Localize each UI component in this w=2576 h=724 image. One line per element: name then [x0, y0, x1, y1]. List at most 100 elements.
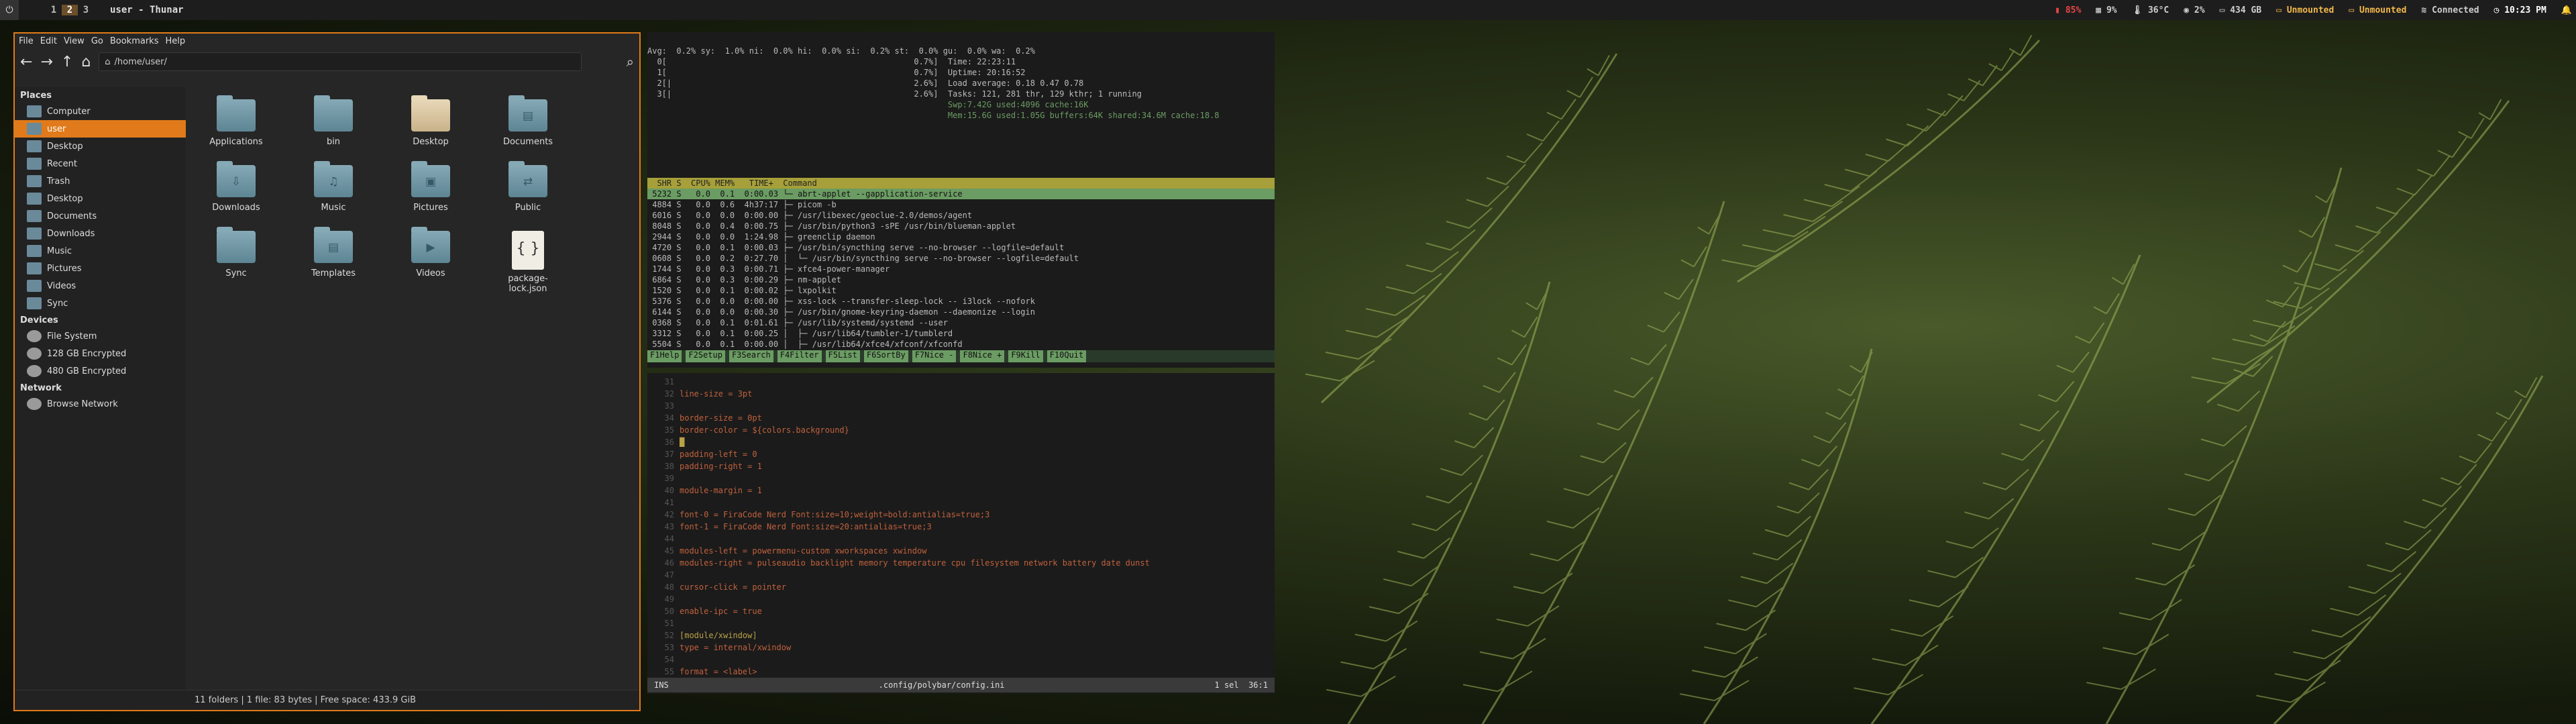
file-item[interactable]: ♫ Music [290, 161, 377, 213]
process-row[interactable]: 8048 S 0.0 0.4 0:00.75 ├─ /usr/bin/pytho… [647, 221, 1275, 231]
search-icon[interactable]: ⌕ [627, 54, 634, 70]
process-row[interactable]: 1744 S 0.0 0.3 0:00.71 ├─ xfce4-power-ma… [647, 264, 1275, 274]
fkey-button[interactable]: F10Quit [1046, 350, 1087, 362]
sidebar-item-videos[interactable]: Videos [15, 277, 186, 295]
file-label: package- lock.json [508, 274, 548, 294]
location-bar[interactable]: ⌂ /home/user/ [99, 52, 582, 71]
menu-bookmarks[interactable]: Bookmarks [110, 36, 159, 46]
line-number: 42 [664, 510, 674, 519]
file-item[interactable]: bin [290, 95, 377, 147]
sidebar-item-browse-network[interactable]: Browse Network [15, 395, 186, 413]
sidebar-item-user[interactable]: user [15, 120, 186, 138]
process-row[interactable]: 0608 S 0.0 0.2 0:27.70 │ └─ /usr/bin/syn… [647, 253, 1275, 264]
fkey-button[interactable]: F7Nice - [912, 350, 957, 362]
sidebar-item-480-gb-encrypted[interactable]: 480 GB Encrypted [15, 362, 186, 380]
fern-leaflet [2385, 542, 2409, 551]
sidebar-item-label: Downloads [47, 228, 95, 239]
file-item[interactable]: ⇄ Public [484, 161, 572, 213]
sidebar-item-sync[interactable]: Sync [15, 295, 186, 312]
sidebar-item-recent[interactable]: Recent [15, 155, 186, 172]
sidebar-item-desktop[interactable]: Desktop [15, 138, 186, 155]
editor-buffer[interactable]: 31 32 line-size = 3pt 33 34 border-size = 0pt… [647, 373, 1275, 678]
process-row[interactable]: 0368 S 0.0 0.1 0:01.61 ├─ /usr/lib/syste… [647, 317, 1275, 328]
temperature-icon: 🌡 [2131, 5, 2148, 15]
line-number: 44 [664, 534, 674, 544]
sidebar-item-pictures[interactable]: Pictures [15, 260, 186, 277]
fkey-button[interactable]: F8Nice + [960, 350, 1005, 362]
fern-leaflet [1326, 688, 1361, 697]
sidebar-item-file-system[interactable]: File System [15, 327, 186, 345]
fern-leaflet [1680, 259, 1695, 268]
sidebar-item-music[interactable]: Music [15, 242, 186, 260]
process-row[interactable]: 2944 S 0.0 0.0 1:24.98 ├─ greenclip daem… [647, 231, 1275, 242]
process-row[interactable]: 6864 S 0.0 0.3 0:00.29 ├─ nm-applet [647, 274, 1275, 285]
file-item[interactable]: Desktop [387, 95, 474, 147]
sidebar-item-computer[interactable]: Computer [15, 103, 186, 120]
file-item[interactable]: Sync [193, 227, 280, 278]
workspace-1[interactable]: 1 [46, 5, 62, 15]
fkey-button[interactable]: F3Search [729, 350, 773, 362]
process-row[interactable]: 4884 S 0.0 0.6 4h37:17 ├─ picom -b [647, 199, 1275, 210]
fern-leaflet [1721, 259, 1757, 268]
line-text: █ [680, 437, 685, 447]
fkey-button[interactable]: F4Filter [777, 350, 822, 362]
forward-icon[interactable]: → [40, 54, 52, 70]
file-item[interactable]: ▶ Videos [387, 227, 474, 278]
menu-view[interactable]: View [64, 36, 85, 46]
fern-leaflet [1714, 680, 1750, 701]
workspace-2[interactable]: 2 [62, 5, 78, 15]
file-item[interactable]: { } package- lock.json [484, 231, 572, 294]
fern-leaflet [1837, 388, 1851, 397]
fern-leaflet [1397, 550, 1424, 559]
back-icon[interactable]: ← [20, 54, 32, 70]
folder-emblem: ⇩ [231, 175, 241, 189]
fkey-button[interactable]: F6SortBy [863, 350, 908, 362]
menu-go[interactable]: Go [91, 36, 103, 46]
fern-leaflet [1368, 606, 1399, 615]
fkey-button[interactable]: F2Setup [686, 350, 725, 362]
file-item[interactable]: ▤ Documents [484, 95, 572, 147]
process-row[interactable]: 6144 S 0.0 0.0 0:00.30 ├─ /usr/bin/gnome… [647, 307, 1275, 317]
editor-line: 35 border-color = ${colors.background} [647, 424, 1275, 436]
fern-leaflet [2135, 633, 2169, 656]
sidebar-item-128-gb-encrypted[interactable]: 128 GB Encrypted [15, 345, 186, 362]
fern-leaflet [2478, 112, 2491, 120]
file-item[interactable]: ⇩ Downloads [193, 161, 280, 213]
fern-leaflet [2293, 651, 2325, 660]
process-row[interactable]: 5232 S 0.0 0.1 0:00.03 └─ abrt-applet --… [647, 189, 1275, 199]
menu-help[interactable]: Help [165, 36, 185, 46]
file-item[interactable]: ▣ Pictures [387, 161, 474, 213]
process-row[interactable]: 6016 S 0.0 0.0 0:00.00 ├─ /usr/libexec/g… [647, 210, 1275, 221]
fern-leaflet [1557, 539, 1587, 562]
process-row[interactable]: 1520 S 0.0 0.1 0:00.02 ├─ lxpolkit [647, 285, 1275, 296]
process-row[interactable]: 5376 S 0.0 0.0 0:00.00 ├─ xss-lock --tra… [647, 296, 1275, 307]
file-item[interactable]: ▤ Templates [290, 227, 377, 278]
fkey-button[interactable]: F1Help [647, 350, 682, 362]
fkey-button[interactable]: F9Kill [1008, 350, 1043, 362]
editor-line: 54 [647, 654, 1275, 666]
sidebar-item-documents[interactable]: Documents [15, 207, 186, 225]
up-icon[interactable]: ↑ [61, 54, 73, 70]
process-row[interactable]: 3312 S 0.0 0.1 0:00.25 │ ├─ /usr/lib64/t… [647, 328, 1275, 339]
power-menu-icon[interactable]: ⏻ [0, 0, 19, 20]
status-module: 🔔 [2561, 5, 2572, 15]
process-row[interactable]: 5504 S 0.0 0.1 0:00.00 │ ├─ /usr/lib64/x… [647, 339, 1275, 350]
fkey-button[interactable]: F5List [825, 350, 860, 362]
fern-leaflet [2164, 564, 2196, 586]
file-item[interactable]: Applications [193, 95, 280, 147]
menu-file[interactable]: File [19, 36, 34, 46]
home-icon[interactable]: ⌂ [81, 54, 91, 70]
process-row[interactable]: 4720 S 0.0 0.1 0:00.03 ├─ /usr/bin/synct… [647, 242, 1275, 253]
menu-edit[interactable]: Edit [40, 36, 57, 46]
sidebar-item-desktop[interactable]: Desktop [15, 190, 186, 207]
process-header: SHR S CPU% MEM% TIME+ Command [647, 178, 1275, 189]
fern-leaflet [1563, 488, 1589, 497]
fern-leaflet [2194, 495, 2221, 516]
fern-leaflet [1740, 576, 1767, 584]
fern-leaflet [2348, 586, 2375, 594]
workspace-3[interactable]: 3 [78, 5, 94, 15]
sidebar-item-downloads[interactable]: Downloads [15, 225, 186, 242]
fern-leaflet [2404, 521, 2426, 529]
sidebar-item-trash[interactable]: Trash [15, 172, 186, 190]
cpu-line: 2[| 2.6%] Load average: 0.18 0.47 0.78 [647, 79, 1084, 88]
